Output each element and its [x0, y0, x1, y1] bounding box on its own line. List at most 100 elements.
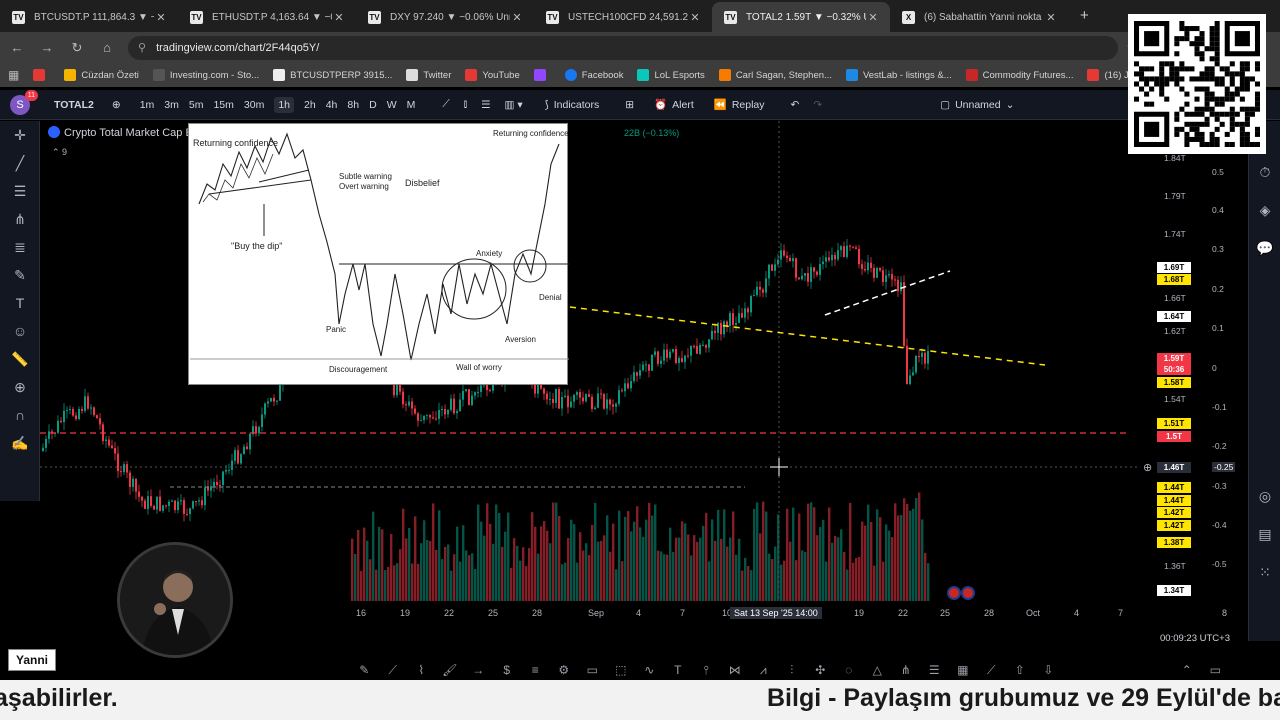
url-input[interactable]: ⚲ tradingview.com/chart/2F44qo5Y/ [128, 35, 1118, 60]
line-chart-icon[interactable]: ⟋ [442, 98, 449, 111]
apps-dots-icon[interactable]: ⁙ [1249, 553, 1280, 591]
price-axis[interactable]: 1.84T 1.79T 1.74T 1.66T 1.62T 1.54T 1.36… [1140, 121, 1196, 611]
timeframe-w[interactable]: W [387, 99, 397, 111]
timeframe-3m[interactable]: 3m [164, 99, 179, 111]
timeframe-8h[interactable]: 8h [347, 99, 359, 111]
path-icon[interactable]: ⌇ [407, 663, 436, 677]
pitchfork-icon[interactable]: ⋔ [892, 663, 921, 677]
bookmark-item[interactable]: YouTube [465, 69, 520, 81]
pattern-icon[interactable]: ⋈ [721, 663, 750, 677]
bookmark-item[interactable]: Investing.com - Sto... [152, 69, 259, 81]
utc-clock[interactable]: 00:09:23 UTC+3 [1160, 633, 1230, 644]
tab-close-icon[interactable]: ✕ [510, 11, 524, 24]
magnet-icon[interactable]: ∩ [0, 401, 40, 429]
grid-icon[interactable]: ▦ [949, 663, 978, 677]
undo-icon[interactable]: ↶ [791, 99, 800, 111]
us-flag-event-icon[interactable] [947, 586, 961, 600]
bookmark-item[interactable] [33, 69, 50, 81]
tab-close-icon[interactable]: ✕ [866, 11, 880, 24]
zoom-icon[interactable]: ⊕ [0, 373, 40, 401]
add-alert-icon[interactable]: ⊕ [1143, 461, 1152, 474]
short-position-icon[interactable]: ⇩ [1034, 663, 1063, 677]
brush-icon[interactable]: ✎ [0, 261, 40, 289]
bookmark-item[interactable]: Facebook [564, 69, 623, 81]
timeframe-4h[interactable]: 4h [326, 99, 338, 111]
note-icon[interactable]: ▭ [578, 663, 607, 677]
gann-icon[interactable]: ⚙ [550, 663, 579, 677]
layout-button[interactable]: ▢ Unnamed ⌄ [940, 99, 1014, 111]
brush-icon[interactable]: 🖌 [436, 663, 465, 677]
line-icon[interactable]: ⟋ [379, 663, 408, 678]
shape-icon[interactable]: ✣ [806, 663, 835, 677]
replay-button[interactable]: ⏪ Replay [714, 98, 765, 112]
us-flag-event-icon[interactable] [961, 586, 975, 600]
timeframe-15m[interactable]: 15m [213, 99, 233, 111]
channel-icon[interactable]: ☰ [920, 663, 949, 677]
ellipse-icon[interactable]: ◌ [835, 663, 864, 677]
projection-icon[interactable]: ⫶ [778, 663, 807, 678]
ruler-icon[interactable]: 📏 [0, 345, 40, 373]
pitchfork-icon[interactable]: ⋔ [0, 205, 40, 233]
alerts-clock-icon[interactable]: ⏱ [1249, 153, 1280, 191]
pen-icon[interactable]: ✎ [350, 663, 379, 677]
bookmark-item[interactable]: BTCUSDTPERP 3915... [273, 69, 392, 81]
chat-icon[interactable]: 💬 [1249, 229, 1280, 267]
compare-add-icon[interactable]: ⊕ [112, 99, 121, 111]
reload-icon[interactable]: ↻ [64, 40, 90, 56]
bookmark-item[interactable]: Cüzdan Özeti [64, 69, 139, 81]
curve-icon[interactable]: ∿ [635, 663, 664, 677]
new-tab-button[interactable]: + [1080, 7, 1089, 24]
bookmark-item[interactable]: VestLab - listings &... [845, 69, 952, 81]
bar-chart-icon[interactable]: ⫾ [464, 98, 467, 111]
browser-tab-active[interactable]: TV TOTAL2 1.59T ▼ −0.32% Unna✕ [712, 2, 890, 32]
maximize-icon[interactable]: ▭ [1201, 663, 1230, 677]
bookmark-item[interactable]: LoL Esports [637, 69, 705, 81]
text-icon[interactable]: T [664, 663, 693, 677]
percent-axis[interactable]: 0.5 0.4 0.3 0.2 0.1 0 -0.1 -0.2 -0.25 -0… [1198, 121, 1246, 611]
price-range-icon[interactable]: $ [493, 663, 522, 677]
long-position-icon[interactable]: ⇧ [1006, 663, 1035, 677]
frame-icon[interactable]: ⬚ [607, 663, 636, 677]
lock-drawing-icon[interactable]: ✍ [0, 429, 40, 457]
emoji-icon[interactable]: ☺ [0, 317, 40, 345]
target-icon[interactable]: ◎ [1249, 477, 1280, 515]
apps-grid-icon[interactable]: ▦ [8, 68, 19, 82]
tab-close-icon[interactable]: ✕ [332, 11, 346, 24]
forecast-icon[interactable]: ⫯ [692, 663, 721, 678]
crosshair-icon[interactable]: ✛ [0, 121, 40, 149]
site-info-icon[interactable]: ⚲ [138, 41, 146, 54]
timeframe-m[interactable]: M [407, 99, 416, 111]
triangle-icon[interactable]: △ [863, 663, 892, 677]
text-icon[interactable]: T [0, 289, 40, 317]
alert-button[interactable]: ⏰ Alert [654, 98, 694, 112]
redo-icon[interactable]: ↷ [813, 99, 822, 111]
indicators-collapse[interactable]: ⌃ 9 [52, 147, 67, 158]
browser-tab[interactable]: X (6) Sabahattin Yanni nokta Etel✕ [890, 2, 1068, 32]
browser-tab[interactable]: TV USTECH100CFD 24,591.2 ▼ −0✕ [534, 2, 712, 32]
fan-icon[interactable]: ⩘ [749, 663, 778, 678]
measure-icon[interactable]: ⟋ [977, 663, 1006, 678]
trend-line-icon[interactable]: ╱ [0, 149, 40, 177]
tab-close-icon[interactable]: ✕ [1044, 11, 1058, 24]
tab-close-icon[interactable]: ✕ [688, 11, 702, 24]
bookmark-item[interactable]: Commodity Futures... [965, 69, 1073, 81]
browser-tab[interactable]: TV BTCUSDT.P 111,864.3 ▼ −0.66%✕ [0, 2, 178, 32]
timeframe-1m[interactable]: 1m [140, 99, 155, 111]
browser-tab[interactable]: TV ETHUSDT.P 4,163.64 ▼ −0.79%✕ [178, 2, 356, 32]
collapse-chevron-icon[interactable]: ⌃ [1173, 663, 1202, 677]
symbol-search-button[interactable]: TOTAL2 [54, 99, 94, 111]
timeframe-5m[interactable]: 5m [189, 99, 204, 111]
browser-tab[interactable]: TV DXY 97.240 ▼ −0.06% Unnam✕ [356, 2, 534, 32]
bookmark-item[interactable]: Carl Sagan, Stephen... [718, 69, 832, 81]
templates-icon[interactable]: ⊞ [625, 99, 634, 111]
list-icon[interactable]: ☰ [481, 99, 490, 111]
horizontal-lines-icon[interactable]: ☰ [0, 177, 40, 205]
avatar[interactable]: S 11 [10, 89, 38, 115]
home-icon[interactable]: ⌂ [94, 40, 120, 55]
timeframe-2h[interactable]: 2h [304, 99, 316, 111]
forward-icon[interactable]: → [34, 40, 60, 55]
timeframe-d[interactable]: D [369, 99, 377, 111]
bookmark-item[interactable]: Twitter [406, 69, 451, 81]
layers-icon[interactable]: ◈ [1249, 191, 1280, 229]
timeframe-1h[interactable]: 1h [274, 96, 295, 113]
